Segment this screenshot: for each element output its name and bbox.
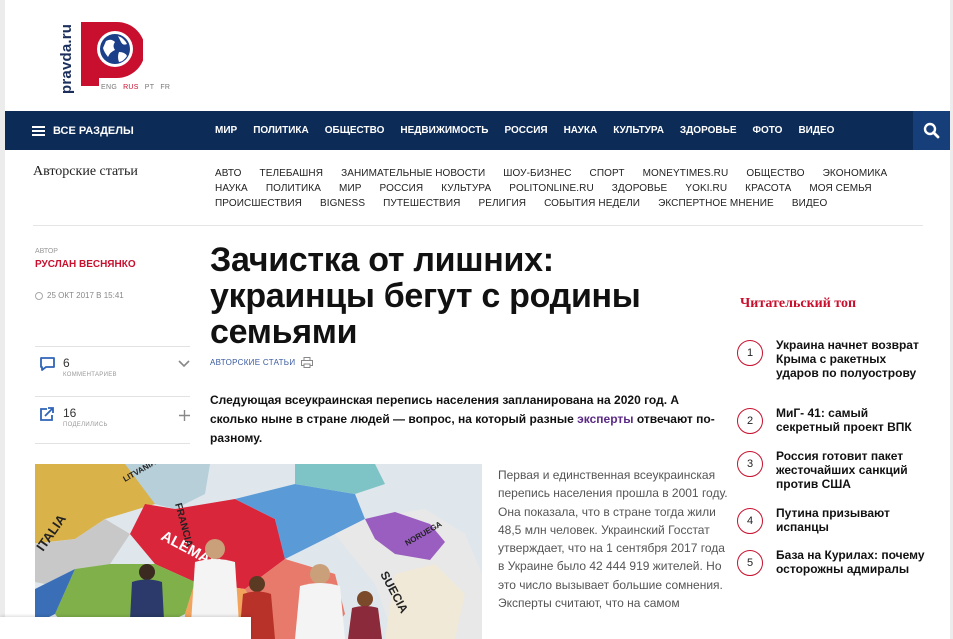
- reader-top-title: Читательский топ: [740, 296, 857, 311]
- all-sections-label: ВСЕ РАЗДЕЛЫ: [53, 124, 134, 137]
- title-line: Зачистка от лишних:: [210, 241, 554, 279]
- subnav-row: АВТО ТЕЛЕБАШНЯ ЗАНИМАТЕЛЬНЫЕ НОВОСТИ ШОУ…: [215, 166, 915, 181]
- category-link[interactable]: АВТОРСКИЕ СТАТЬИ: [210, 358, 295, 367]
- section-title[interactable]: Авторские статьи: [33, 164, 138, 180]
- rank-badge: 3: [737, 451, 763, 477]
- subnav-link[interactable]: СПОРТ: [590, 168, 625, 179]
- subnav-link[interactable]: ОБЩЕСТВО: [746, 168, 804, 179]
- logo-text: pravda.ru: [58, 23, 75, 94]
- subnav-row: ПРОИСШЕСТВИЯ BIGNESS ПУТЕШЕСТВИЯ РЕЛИГИЯ…: [215, 196, 915, 211]
- divider: [35, 346, 190, 347]
- nav-item-kultura[interactable]: КУЛЬТУРА: [613, 125, 664, 136]
- nav-item-zdorovie[interactable]: ЗДОРОВЬЕ: [680, 125, 737, 136]
- subnav-link[interactable]: YOKI.RU: [685, 183, 727, 194]
- print-icon[interactable]: [301, 357, 314, 368]
- page-frame: pravda.ru ENG RUS PT FR ВСЕ РАЗДЕЛЫ МИР ПОЛ…: [5, 0, 950, 639]
- lang-fr[interactable]: FR: [160, 84, 170, 91]
- rank-badge: 2: [737, 408, 763, 434]
- reader-top-link[interactable]: МиГ- 41: самый секретный проект ВПК: [776, 406, 926, 434]
- nav-items: МИР ПОЛИТИКА ОБЩЕСТВО НЕДВИЖИМОСТЬ РОССИ…: [215, 111, 850, 150]
- comments-count: 6: [63, 356, 70, 370]
- subnav: АВТО ТЕЛЕБАШНЯ ЗАНИМАТЕЛЬНЫЕ НОВОСТИ ШОУ…: [215, 166, 915, 211]
- publish-date-text: 25 ОКТ 2017 В 15:41: [47, 291, 124, 300]
- subnav-link[interactable]: ЭКОНОМИКА: [823, 168, 888, 179]
- nav-item-mir[interactable]: МИР: [215, 125, 237, 136]
- subnav-link[interactable]: MONEYTIMES.RU: [643, 168, 729, 179]
- article-image: ALEMANIA FRANCIA ITALIA SUECIA NORUEGA L…: [35, 464, 482, 639]
- rank-badge: 1: [737, 340, 763, 366]
- divider: [33, 225, 923, 226]
- plus-icon: [179, 410, 190, 421]
- article-title: Зачистка от лишних: украинцы бегут с род…: [210, 242, 710, 350]
- shares-count: 16: [63, 406, 77, 420]
- lang-pt[interactable]: PT: [145, 84, 155, 91]
- subnav-row: НАУКА ПОЛИТИКА МИР РОССИЯ КУЛЬТУРА POLIT…: [215, 181, 915, 196]
- subnav-link[interactable]: ПУТЕШЕСТВИЯ: [383, 198, 460, 209]
- nav-item-nauka[interactable]: НАУКА: [564, 125, 598, 136]
- europe-map-illustration: ALEMANIA FRANCIA ITALIA SUECIA NORUEGA L…: [35, 464, 482, 639]
- subnav-link[interactable]: РОССИЯ: [380, 183, 424, 194]
- search-button[interactable]: [913, 111, 950, 150]
- all-sections-button[interactable]: ВСЕ РАЗДЕЛЫ: [32, 111, 134, 150]
- chevron-down-icon: [178, 360, 190, 368]
- shares-toggle[interactable]: 16 ПОДЕЛИЛИСЬ: [35, 400, 190, 444]
- language-switcher: ENG RUS PT FR: [101, 84, 176, 91]
- subnav-link[interactable]: ЗДОРОВЬЕ: [612, 183, 668, 194]
- subnav-link[interactable]: ПОЛИТИКА: [266, 183, 321, 194]
- subnav-link[interactable]: НАУКА: [215, 183, 248, 194]
- subnav-link[interactable]: АВТО: [215, 168, 242, 179]
- article-category-row: АВТОРСКИЕ СТАТЬИ: [210, 357, 314, 368]
- comments-toggle[interactable]: 6 КОММЕНТАРИЕВ: [35, 350, 190, 394]
- title-line: украинцы бегут с родины: [210, 277, 641, 315]
- subnav-link[interactable]: ТЕЛЕБАШНЯ: [260, 168, 324, 179]
- nav-item-video[interactable]: ВИДЕО: [798, 125, 834, 136]
- article-body: Первая и единственная всеукраинская пере…: [498, 468, 728, 611]
- share-icon: [40, 407, 54, 421]
- subnav-link[interactable]: POLITONLINE.RU: [509, 183, 594, 194]
- nav-item-foto[interactable]: ФОТО: [752, 125, 782, 136]
- subnav-link[interactable]: МОЯ СЕМЬЯ: [809, 183, 871, 194]
- reader-top-link[interactable]: Путина призывают испанцы: [776, 506, 926, 534]
- divider: [35, 443, 190, 444]
- nav-item-politika[interactable]: ПОЛИТИКА: [253, 125, 309, 136]
- subnav-link[interactable]: ШОУ-БИЗНЕС: [503, 168, 571, 179]
- reader-top-link[interactable]: Украина начнет возврат Крыма с ракетных …: [776, 338, 926, 380]
- search-icon: [923, 122, 940, 139]
- shares-caption: ПОДЕЛИЛИСЬ: [63, 422, 108, 428]
- nav-item-rossiya[interactable]: РОССИЯ: [504, 125, 547, 136]
- subnav-link[interactable]: КРАСОТА: [745, 183, 791, 194]
- author-caption: АВТОР: [35, 248, 58, 255]
- clock-icon: [35, 291, 43, 300]
- nav-item-nedvizhimost[interactable]: НЕДВИЖИМОСТЬ: [400, 125, 488, 136]
- bottom-overlay-bar: [0, 617, 251, 639]
- publish-date: 25 ОКТ 2017 В 15:41: [35, 291, 124, 300]
- title-line: семьями: [210, 313, 358, 351]
- subnav-link[interactable]: ВИДЕО: [792, 198, 828, 209]
- rank-badge: 4: [737, 508, 763, 534]
- experts-link[interactable]: эксперты: [577, 412, 633, 426]
- subnav-link[interactable]: РЕЛИГИЯ: [478, 198, 526, 209]
- subnav-link[interactable]: BIGNESS: [320, 198, 365, 209]
- subnav-link[interactable]: СОБЫТИЯ НЕДЕЛИ: [544, 198, 640, 209]
- article-lead: Следующая всеукраинская перепись населен…: [210, 391, 720, 448]
- subnav-link[interactable]: ЗАНИМАТЕЛЬНЫЕ НОВОСТИ: [341, 168, 485, 179]
- reader-top-link[interactable]: Россия готовит пакет жесточайших санкций…: [776, 449, 926, 491]
- logo-p-mark-icon: [81, 22, 143, 86]
- divider: [35, 396, 190, 397]
- nav-item-obshchestvo[interactable]: ОБЩЕСТВО: [325, 125, 385, 136]
- subnav-link[interactable]: МИР: [339, 183, 362, 194]
- subnav-link[interactable]: КУЛЬТУРА: [441, 183, 491, 194]
- hamburger-icon: [32, 125, 45, 136]
- subnav-link[interactable]: ЭКСПЕРТНОЕ МНЕНИЕ: [658, 198, 774, 209]
- comment-bubble-icon: [40, 357, 55, 371]
- subnav-link[interactable]: ПРОИСШЕСТВИЯ: [215, 198, 302, 209]
- rank-badge: 5: [737, 550, 763, 576]
- comments-caption: КОММЕНТАРИЕВ: [63, 372, 117, 378]
- main-navbar: ВСЕ РАЗДЕЛЫ МИР ПОЛИТИКА ОБЩЕСТВО НЕДВИЖ…: [5, 111, 950, 150]
- reader-top-link[interactable]: База на Курилах: почему осторожны адмира…: [776, 548, 926, 576]
- lang-eng[interactable]: ENG: [101, 84, 117, 91]
- lang-rus[interactable]: RUS: [123, 84, 139, 91]
- author-name-link[interactable]: РУСЛАН ВЕСНЯНКО: [35, 259, 136, 270]
